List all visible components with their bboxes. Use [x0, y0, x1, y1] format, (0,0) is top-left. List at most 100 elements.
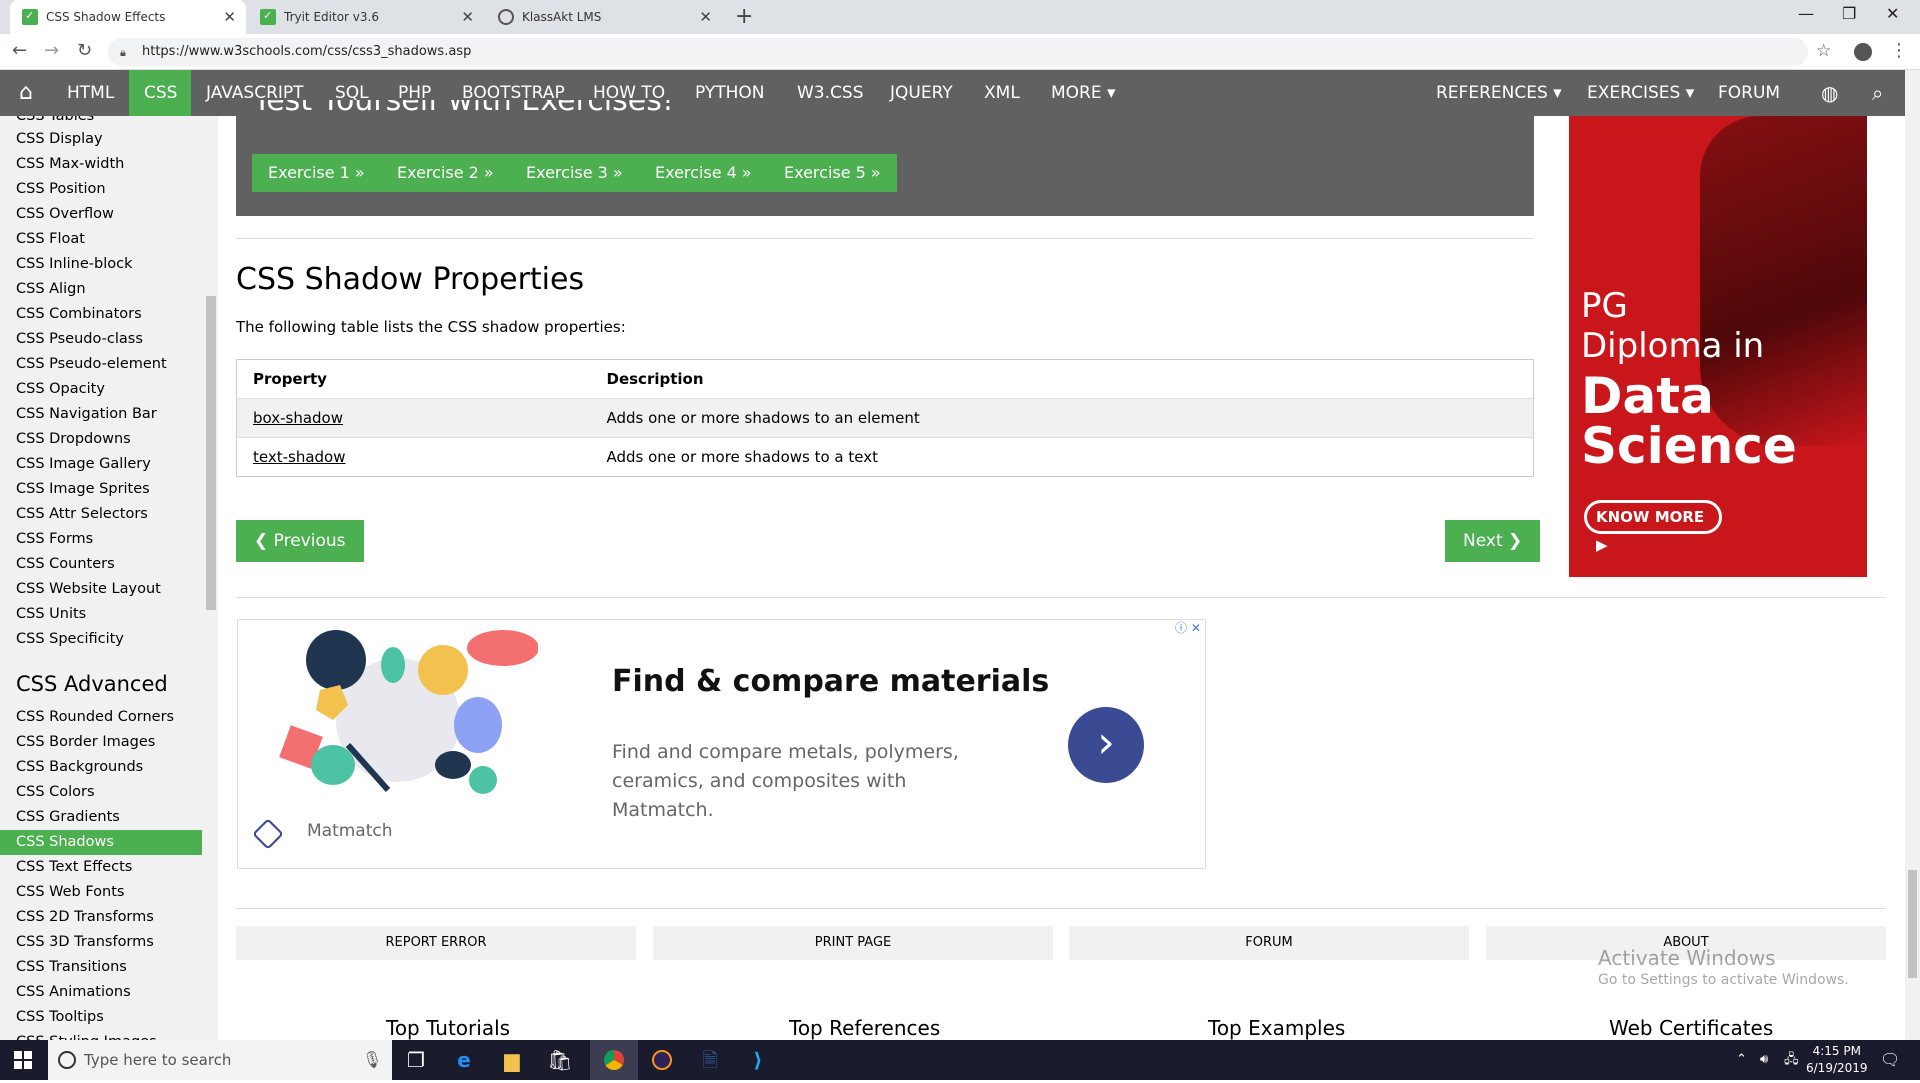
store-icon[interactable]: 🛍︎: [536, 1040, 584, 1080]
exercise-5-button[interactable]: Exercise 5 »: [768, 154, 897, 192]
nav-python[interactable]: PYTHON: [680, 70, 780, 116]
sidebar-item-css-forms[interactable]: CSS Forms: [0, 527, 202, 552]
home-icon[interactable]: ⌂: [0, 70, 52, 116]
sidebar-item-css-inline-block[interactable]: CSS Inline-block: [0, 252, 202, 277]
sidebar-item-css-position[interactable]: CSS Position: [0, 177, 202, 202]
sidebar-item-css-combinators[interactable]: CSS Combinators: [0, 302, 202, 327]
nav-references[interactable]: REFERENCES ▾: [1421, 70, 1577, 116]
sidebar-item-css-units[interactable]: CSS Units: [0, 602, 202, 627]
taskbar-clock[interactable]: 4:15 PM 6/19/2019: [1806, 1043, 1868, 1077]
sidebar-item-css-web-fonts[interactable]: CSS Web Fonts: [0, 880, 202, 905]
globe-icon[interactable]: ◍: [1806, 70, 1853, 116]
print-page-button[interactable]: PRINT PAGE: [653, 926, 1053, 960]
ad-title[interactable]: Find & compare materials: [612, 664, 1049, 699]
nav-w3css[interactable]: W3.CSS: [782, 70, 878, 116]
back-icon[interactable]: ←: [12, 40, 27, 61]
search-icon[interactable]: ⌕: [1857, 70, 1898, 116]
forum-button[interactable]: FORUM: [1069, 926, 1469, 960]
sidebar-item-css-website-layout[interactable]: CSS Website Layout: [0, 577, 202, 602]
sidebar-item-css-attr-selectors[interactable]: CSS Attr Selectors: [0, 502, 202, 527]
windows-start-icon[interactable]: [14, 1051, 32, 1069]
sidebar-item-css-shadows[interactable]: CSS Shadows: [0, 830, 202, 855]
sidebar-item-css-styling-images[interactable]: CSS Styling Images: [0, 1030, 202, 1040]
edge-icon[interactable]: e: [440, 1040, 488, 1080]
previous-button[interactable]: ❮ Previous: [236, 520, 364, 562]
taskbar-search-input[interactable]: Type here to search: [48, 1040, 392, 1080]
sidebar-item-css-pseudo-element[interactable]: CSS Pseudo-element: [0, 352, 202, 377]
url-field[interactable]: https://www.w3schools.com/css/css3_shado…: [108, 38, 1808, 66]
close-icon[interactable]: ✕: [699, 8, 712, 26]
sidebar-item-css-tooltips[interactable]: CSS Tooltips: [0, 1005, 202, 1030]
chevron-right-icon[interactable]: ›: [1068, 707, 1144, 783]
nav-exercises[interactable]: EXERCISES ▾: [1572, 70, 1709, 116]
sidebar-item-css-text-effects[interactable]: CSS Text Effects: [0, 855, 202, 880]
restore-icon[interactable]: ❐: [1842, 4, 1856, 23]
file-explorer-icon[interactable]: ▆: [488, 1040, 536, 1080]
sidebar-item-css-colors[interactable]: CSS Colors: [0, 780, 202, 805]
know-more-button[interactable]: KNOW MORE ▶: [1584, 500, 1722, 554]
nav-forum[interactable]: FORUM: [1703, 70, 1795, 116]
tab-klassakt-lms[interactable]: KlassAkt LMS ✕: [486, 0, 722, 34]
sidebar-item-css-image-sprites[interactable]: CSS Image Sprites: [0, 477, 202, 502]
reload-icon[interactable]: ↻: [77, 40, 92, 61]
tab-tryit-editor[interactable]: Tryit Editor v3.6 ✕: [248, 0, 484, 34]
page-scrollbar-thumb[interactable]: [1908, 870, 1917, 978]
browser-menu-icon[interactable]: ⋮: [1890, 40, 1908, 61]
sidebar-item-css-backgrounds[interactable]: CSS Backgrounds: [0, 755, 202, 780]
sidebar-item-css-align[interactable]: CSS Align: [0, 277, 202, 302]
nav-more[interactable]: MORE ▾: [1036, 70, 1131, 116]
eclipse-icon[interactable]: [638, 1040, 686, 1080]
sidebar-item-css-counters[interactable]: CSS Counters: [0, 552, 202, 577]
sidebar-item-css-dropdowns[interactable]: CSS Dropdowns: [0, 427, 202, 452]
exercise-2-button[interactable]: Exercise 2 »: [381, 154, 510, 192]
microphone-icon[interactable]: 🎙︎: [362, 1050, 382, 1069]
report-error-button[interactable]: REPORT ERROR: [236, 926, 636, 960]
exercise-4-button[interactable]: Exercise 4 »: [639, 154, 768, 192]
account-icon[interactable]: [1854, 43, 1872, 61]
sidebar-item-css-navigation-bar[interactable]: CSS Navigation Bar: [0, 402, 202, 427]
sidebar-item-css-animations[interactable]: CSS Animations: [0, 980, 202, 1005]
volume-icon[interactable]: 🔊︎: [1760, 1040, 1768, 1080]
sidebar-scrollbar-thumb[interactable]: [206, 296, 216, 610]
sidebar-item-css-pseudo-class[interactable]: CSS Pseudo-class: [0, 327, 202, 352]
tray-chevron-icon[interactable]: ⌃: [1736, 1040, 1747, 1080]
sidebar-item-css-display[interactable]: CSS Display: [0, 127, 202, 152]
sidebar-item-css-opacity[interactable]: CSS Opacity: [0, 377, 202, 402]
ad-description[interactable]: Find and compare metals, polymers, ceram…: [612, 738, 992, 825]
nav-css[interactable]: CSS: [129, 70, 191, 116]
sidebar-item-css-border-images[interactable]: CSS Border Images: [0, 730, 202, 755]
ad-brand[interactable]: Matmatch: [307, 821, 393, 841]
vscode-icon[interactable]: ⟩: [734, 1040, 782, 1080]
chrome-icon[interactable]: [590, 1040, 638, 1080]
sidebar-item-css-overflow[interactable]: CSS Overflow: [0, 202, 202, 227]
document-icon[interactable]: 🗎: [686, 1040, 734, 1080]
notifications-icon[interactable]: 🗨︎: [1880, 1040, 1900, 1080]
sidebar-item-css-float[interactable]: CSS Float: [0, 227, 202, 252]
sidebar-item-css-max-width[interactable]: CSS Max-width: [0, 152, 202, 177]
tab-css-shadow-effects[interactable]: CSS Shadow Effects ✕: [10, 0, 246, 34]
task-view-icon[interactable]: ❐: [392, 1040, 440, 1080]
ad-close-icon[interactable]: ⓘ ✕: [1175, 619, 1201, 636]
nav-jquery[interactable]: JQUERY: [875, 70, 968, 116]
sidebar-item-css-gradients[interactable]: CSS Gradients: [0, 805, 202, 830]
box-shadow-link[interactable]: box-shadow: [236, 398, 591, 438]
network-icon[interactable]: 🖧: [1784, 1040, 1799, 1080]
window-close-icon[interactable]: ✕: [1886, 4, 1899, 23]
next-button[interactable]: Next ❯: [1445, 520, 1541, 562]
sidebar-item-css-specificity[interactable]: CSS Specificity: [0, 627, 202, 652]
minimize-icon[interactable]: —: [1798, 4, 1814, 23]
text-shadow-link[interactable]: text-shadow: [236, 437, 591, 477]
sidebar-item-css-image-gallery[interactable]: CSS Image Gallery: [0, 452, 202, 477]
new-tab-icon[interactable]: +: [735, 4, 753, 29]
sidebar-item-css-transitions[interactable]: CSS Transitions: [0, 955, 202, 980]
exercise-1-button[interactable]: Exercise 1 »: [252, 154, 381, 192]
exercise-3-button[interactable]: Exercise 3 »: [510, 154, 639, 192]
sidebar-item-css-2d-transforms[interactable]: CSS 2D Transforms: [0, 905, 202, 930]
sidebar-item-css-rounded-corners[interactable]: CSS Rounded Corners: [0, 705, 202, 730]
nav-xml[interactable]: XML: [969, 70, 1035, 116]
sidebar-item-css-3d-transforms[interactable]: CSS 3D Transforms: [0, 930, 202, 955]
bookmark-star-icon[interactable]: ☆: [1816, 41, 1831, 61]
nav-html[interactable]: HTML: [52, 70, 129, 116]
close-icon[interactable]: ✕: [223, 8, 236, 26]
close-icon[interactable]: ✕: [461, 8, 474, 26]
